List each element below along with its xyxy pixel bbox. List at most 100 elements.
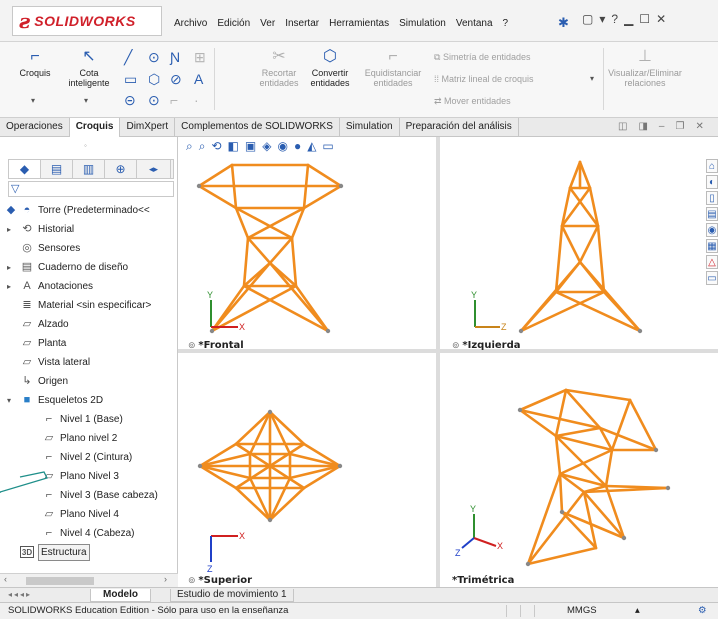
restore-icon[interactable]: ❐: [675, 121, 684, 132]
section-view-icon[interactable]: ◧: [228, 139, 239, 154]
view-orientation-icon[interactable]: ▣: [245, 139, 256, 154]
scene-icon[interactable]: ◭: [307, 139, 316, 154]
zoom-to-fit-icon[interactable]: ⌕: [186, 139, 193, 154]
new-document-icon[interactable]: ▢: [582, 12, 593, 26]
help-icon[interactable]: ?: [611, 12, 618, 26]
menu-herramientas[interactable]: Herramientas: [329, 18, 389, 29]
tree-item[interactable]: ≣ Material <sin especificar>: [0, 296, 178, 315]
tab-modelo[interactable]: Modelo: [90, 589, 151, 602]
tile-right-icon[interactable]: ◨: [638, 121, 647, 132]
menu-edicion[interactable]: Edición: [217, 18, 250, 29]
graphics-area[interactable]: [178, 137, 718, 587]
custom-properties-icon[interactable]: △: [706, 255, 718, 269]
dimxpert-manager-icon[interactable]: ⊕: [105, 160, 137, 178]
tree-item[interactable]: ⌐ Nivel 3 (Base cabeza): [0, 486, 178, 505]
tree-item[interactable]: ↳ Origen: [0, 372, 178, 391]
arc-icon[interactable]: ⊙: [148, 93, 160, 107]
tree-item[interactable]: ▱ Alzado: [0, 315, 178, 334]
tree-item[interactable]: ▾ ■ Esqueletos 2D: [0, 391, 178, 410]
tree-horizontal-scrollbar[interactable]: ‹ ›: [0, 573, 178, 587]
offset-entities-button[interactable]: ⌐ Equidistanciar entidades: [360, 48, 426, 88]
viewport-splitter-horizontal[interactable]: [178, 349, 718, 353]
minimize-icon[interactable]: ▁: [624, 12, 633, 26]
tree-item[interactable]: ▱ Plano Nivel 4: [0, 505, 178, 524]
restore-icon[interactable]: ☐: [639, 12, 650, 26]
tab-preparacion-analisis[interactable]: Preparación del análisis: [400, 118, 519, 137]
tree-item[interactable]: ◎ Sensores: [0, 239, 178, 258]
tree-item[interactable]: ▱ Plano Nivel 3: [0, 467, 178, 486]
polygon-icon[interactable]: ⬡: [148, 72, 160, 86]
slot-icon[interactable]: ⊝: [124, 93, 136, 107]
convert-entities-button[interactable]: ⬡ Convertir entidades: [308, 48, 352, 88]
forum-icon[interactable]: ▭: [706, 271, 718, 285]
display-delete-relations-button[interactable]: ⊥ Visualizar/Eliminar relaciones: [606, 48, 684, 88]
home-icon[interactable]: ⌂: [706, 159, 718, 173]
croquis-button[interactable]: ⌐ Croquis: [18, 48, 52, 78]
rectangle-icon[interactable]: ▭: [124, 72, 137, 86]
tree-item[interactable]: 3D Estructura: [0, 543, 178, 562]
tree-item[interactable]: ▱ Planta: [0, 334, 178, 353]
chevron-down-icon[interactable]: ▾: [84, 96, 88, 105]
tab-complementos[interactable]: Complementos de SOLIDWORKS: [175, 118, 340, 137]
view-palette-icon[interactable]: ◉: [706, 223, 718, 237]
property-manager-icon[interactable]: ▤: [41, 160, 73, 178]
fillet-icon[interactable]: ⌐: [170, 93, 178, 107]
chevron-right-icon[interactable]: ▸: [7, 277, 11, 296]
circle-icon[interactable]: ⊙: [148, 50, 160, 64]
tree-filter[interactable]: ▽: [8, 181, 174, 197]
tree-item[interactable]: ⌐ Nivel 1 (Base): [0, 410, 178, 429]
minimize-icon[interactable]: –: [659, 121, 665, 132]
tab-operaciones[interactable]: Operaciones: [0, 118, 70, 137]
appearance-icon[interactable]: ●: [294, 139, 301, 154]
help-status-icon[interactable]: ⚙: [698, 603, 707, 619]
viewport-splitter-vertical[interactable]: [436, 137, 440, 587]
tab-dimxpert[interactable]: DimXpert: [120, 118, 176, 137]
menu-ver[interactable]: Ver: [260, 18, 275, 29]
ellipse-icon[interactable]: ⊘: [170, 72, 182, 86]
chevron-right-icon[interactable]: ▸: [7, 258, 11, 277]
close-icon[interactable]: ✕: [695, 121, 703, 132]
tile-left-icon[interactable]: ◫: [618, 121, 627, 132]
trim-entities-button[interactable]: ✂ Recortar entidades: [258, 48, 300, 88]
chevron-left-right-icon[interactable]: ◂▸: [137, 160, 171, 178]
solidworks-logo[interactable]: ƨ SOLIDWORKS: [12, 6, 162, 36]
close-icon[interactable]: ✕: [656, 12, 666, 26]
grid-icon[interactable]: ⊞: [194, 50, 206, 64]
hide-show-icon[interactable]: ◉: [277, 139, 287, 154]
explorer-icon[interactable]: ▤: [706, 207, 718, 221]
tab-navigation-icon[interactable]: ◂◂◂▸: [8, 590, 32, 599]
mirror-entities-button[interactable]: ⧉ Simetría de entidades: [434, 52, 531, 63]
move-entities-button[interactable]: ⇄ Mover entidades: [434, 96, 511, 107]
menu-archivo[interactable]: Archivo: [174, 18, 207, 29]
previous-view-icon[interactable]: ⟲: [211, 139, 221, 154]
point-icon[interactable]: ·: [194, 93, 199, 107]
unit-system[interactable]: MMGS: [567, 603, 597, 619]
chevron-down-icon[interactable]: ▾: [590, 74, 594, 83]
view-settings-icon[interactable]: ▭: [322, 139, 333, 154]
tree-root-part[interactable]: ◆ ◓ Torre (Predeterminado<<: [0, 201, 178, 220]
text-icon[interactable]: A: [194, 72, 203, 86]
zoom-area-icon[interactable]: ⌕: [199, 139, 206, 154]
scroll-left-icon[interactable]: ‹: [4, 574, 7, 584]
smart-dimension-button[interactable]: ↖ Cota inteligente: [64, 48, 114, 88]
scroll-right-icon[interactable]: ›: [164, 574, 167, 584]
tab-croquis[interactable]: Croquis: [69, 118, 121, 137]
chevron-right-icon[interactable]: ▸: [7, 220, 11, 239]
menu-simulation[interactable]: Simulation: [399, 18, 446, 29]
tree-item[interactable]: ⌐ Nivel 4 (Cabeza): [0, 524, 178, 543]
menu-help[interactable]: ?: [503, 18, 509, 29]
appearances-icon[interactable]: ▦: [706, 239, 718, 253]
tree-item[interactable]: ▸ ⟲ Historial: [0, 220, 178, 239]
menu-ventana[interactable]: Ventana: [456, 18, 493, 29]
tree-item[interactable]: ▸ A Anotaciones: [0, 277, 178, 296]
tab-estudio-movimiento[interactable]: Estudio de movimiento 1: [170, 589, 294, 602]
linear-pattern-button[interactable]: ⁞⁞ Matriz lineal de croquis: [434, 74, 534, 84]
display-style-icon[interactable]: ◈: [262, 139, 271, 154]
feature-manager-icon[interactable]: ◆: [9, 160, 41, 178]
chevron-down-icon[interactable]: ▾: [7, 391, 11, 410]
menu-insertar[interactable]: Insertar: [285, 18, 319, 29]
panel-grip-icon[interactable]: ◦: [84, 141, 87, 150]
tab-simulation[interactable]: Simulation: [340, 118, 400, 137]
tree-item[interactable]: ▱ Plano nivel 2: [0, 429, 178, 448]
tree-item[interactable]: ⌐ Nivel 2 (Cintura): [0, 448, 178, 467]
